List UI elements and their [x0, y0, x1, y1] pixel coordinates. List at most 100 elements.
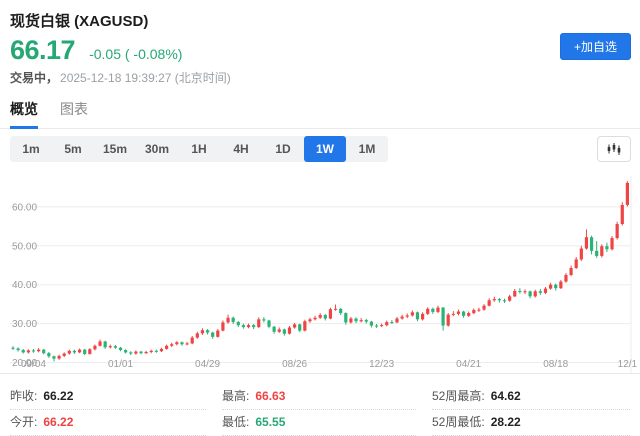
candle: [508, 296, 512, 301]
timeframe-1m[interactable]: 1m: [10, 136, 52, 162]
stat-value: 66.63: [255, 389, 286, 403]
timeframe-1h[interactable]: 1H: [178, 136, 220, 162]
candle: [400, 316, 404, 319]
section-tabs: 概览 图表: [0, 95, 640, 129]
candle: [72, 350, 77, 353]
timeframe-1w[interactable]: 1W: [304, 136, 346, 162]
candle: [83, 349, 87, 354]
candle: [359, 320, 363, 322]
candle: [113, 346, 117, 348]
timeframe-1d[interactable]: 1D: [262, 136, 304, 162]
candle: [405, 315, 409, 317]
candle: [436, 307, 440, 312]
timeframe-bar: 1m 5m 15m 30m 1H 4H 1D 1W 1M: [10, 136, 388, 162]
tab-overview-label: 概览: [10, 101, 38, 117]
candle: [502, 300, 507, 302]
candle: [528, 291, 532, 297]
candle: [410, 312, 414, 316]
candle: [625, 182, 629, 205]
timeframe-15m[interactable]: 15m: [94, 136, 136, 162]
candle: [139, 351, 143, 354]
stat-label: 最低:: [222, 415, 250, 429]
candle: [257, 319, 261, 328]
candle: [103, 341, 107, 348]
candle: [37, 349, 41, 352]
candle: [487, 300, 491, 306]
stat-label: 今开:: [10, 415, 38, 429]
instrument-title: 现货白银 (XAGUSD): [10, 13, 149, 30]
candle: [221, 322, 225, 331]
candle: [211, 332, 215, 337]
status-row: 交易中， 2025-12-18 19:39:27 (北京时间): [10, 69, 630, 86]
candle: [441, 307, 445, 326]
timeframe-4h[interactable]: 4H: [220, 136, 262, 162]
candle: [492, 299, 496, 301]
candle: [170, 344, 174, 346]
tab-chart-label: 图表: [60, 101, 88, 117]
candle: [287, 327, 292, 334]
candle: [574, 259, 578, 268]
candle: [323, 315, 327, 319]
stat-cell: 今开: 66.22: [10, 410, 206, 436]
candle: [390, 322, 394, 324]
y-axis-label: 40.00: [12, 280, 37, 291]
candle: [118, 347, 123, 351]
price-row: 66.17 -0.05 ( -0.08%): [10, 37, 630, 64]
candle: [200, 330, 205, 334]
x-axis-label: 09/04: [21, 359, 46, 370]
candle: [298, 324, 302, 331]
candle: [395, 318, 399, 323]
x-axis-label: 04/29: [195, 359, 220, 370]
candle: [231, 317, 235, 323]
candle: [216, 330, 220, 337]
candle: [569, 267, 573, 275]
timeframe-5m[interactable]: 5m: [52, 136, 94, 162]
stat-cell: 最低: 65.55: [222, 410, 416, 436]
candle: [318, 315, 322, 318]
candle: [579, 248, 583, 260]
candle: [313, 317, 317, 320]
candle: [180, 342, 184, 345]
candle: [159, 348, 164, 352]
candle: [446, 314, 450, 326]
candle: [124, 350, 128, 353]
candle: [57, 355, 61, 359]
candle: [533, 291, 537, 297]
candle: [262, 319, 266, 321]
candle: [472, 309, 476, 314]
candle: [559, 281, 563, 289]
candle: [461, 311, 466, 316]
candle: [610, 238, 614, 250]
stat-cell: 52周最低: 28.22: [432, 410, 630, 436]
stat-label: 最高:: [222, 389, 250, 403]
add-watchlist-button[interactable]: +加自选: [559, 33, 631, 60]
candle: [149, 350, 153, 352]
candlestick-chart[interactable]: 20.0030.0040.0050.0060.0009/04 01/01 04/29…: [0, 168, 640, 380]
candle: [467, 313, 471, 316]
tab-chart[interactable]: 图表: [60, 95, 88, 128]
chart-style-button[interactable]: [597, 136, 631, 162]
candle: [333, 308, 338, 310]
candle: [21, 350, 25, 353]
candle: [47, 353, 51, 357]
candle: [293, 324, 297, 328]
candle: [513, 290, 517, 297]
candle: [282, 329, 286, 334]
candle: [108, 346, 112, 348]
x-axis-label: 12/1: [618, 359, 638, 370]
candle: [421, 313, 425, 320]
timeframe-30m[interactable]: 30m: [136, 136, 178, 162]
timeframe-1m[interactable]: 1M: [346, 136, 388, 162]
candle: [272, 326, 276, 332]
candle: [600, 246, 604, 256]
candle: [426, 308, 430, 314]
candle: [308, 319, 312, 322]
candle: [605, 246, 609, 250]
candle: [154, 350, 158, 352]
tab-overview[interactable]: 概览: [10, 95, 38, 129]
candle: [369, 321, 373, 326]
candle: [554, 284, 558, 289]
candle: [205, 330, 210, 333]
candle: [42, 349, 46, 354]
candle: [144, 351, 148, 354]
